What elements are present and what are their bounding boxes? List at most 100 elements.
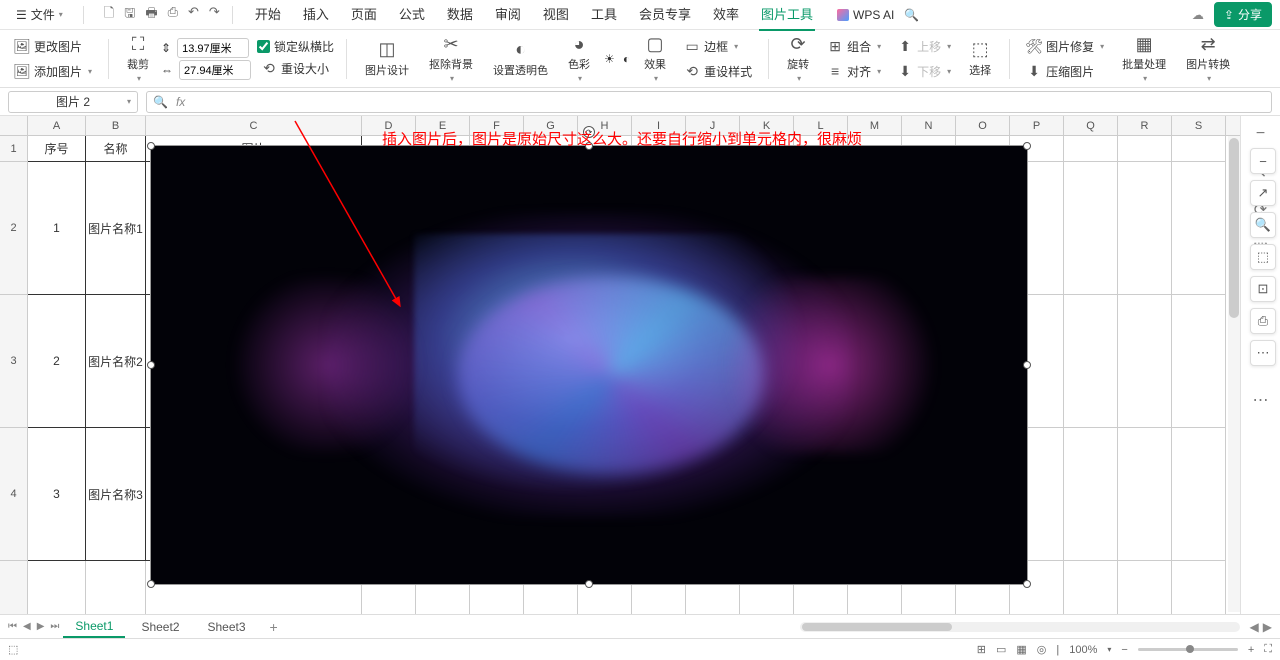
cell-B5[interactable] (86, 561, 146, 614)
rotate-button[interactable]: ⟳旋转 (781, 32, 815, 85)
cell-Q4[interactable] (1064, 428, 1118, 561)
view-page-icon[interactable]: ▭ (996, 643, 1006, 656)
file-menu[interactable]: ☰ 文件 ▾ (8, 3, 71, 26)
float-crop[interactable]: ⬚ (1250, 244, 1276, 270)
float-minus[interactable]: − (1250, 148, 1276, 174)
resize-handle-ml[interactable] (147, 361, 155, 369)
formula-bar[interactable]: 🔍 fx (146, 91, 1272, 113)
cell-Q2[interactable] (1064, 162, 1118, 295)
hscroll-left[interactable]: ◀ (1250, 620, 1259, 634)
fx-icon[interactable]: fx (176, 95, 185, 109)
new-icon[interactable]: 🗋 (104, 4, 114, 26)
horizontal-scrollbar[interactable] (800, 622, 1240, 632)
resize-handle-bl[interactable] (147, 580, 155, 588)
cell-A2[interactable]: 1 (28, 162, 86, 295)
zoom-in-button[interactable]: + (1248, 644, 1254, 656)
print-icon[interactable]: 🖶 (145, 4, 157, 26)
search-fx-icon[interactable]: 🔍 (153, 95, 168, 109)
tab-insert[interactable]: 插入 (301, 0, 331, 31)
redo-icon[interactable]: ↷ (209, 4, 220, 26)
tab-view[interactable]: 视图 (541, 0, 571, 31)
zoom-dropdown-icon[interactable]: ▾ (1107, 645, 1111, 654)
print-preview-icon[interactable]: ⎙ (168, 4, 178, 26)
set-transparent-button[interactable]: ◐设置透明色 (487, 38, 554, 80)
compress-pic-button[interactable]: ⬇压缩图片 (1022, 60, 1108, 83)
row-header-2[interactable]: 2 (0, 162, 28, 295)
cell-B4[interactable]: 图片名称3 (86, 428, 146, 561)
nav-prev[interactable]: ◀ (23, 621, 31, 632)
cell-B2[interactable]: 图片名称1 (86, 162, 146, 295)
reset-style-button[interactable]: ⟲重设样式 (680, 60, 756, 83)
color-button[interactable]: ◕色彩 (562, 32, 596, 85)
hscroll-thumb[interactable] (802, 623, 952, 631)
fullscreen-icon[interactable]: ⛶ (1264, 643, 1272, 656)
tab-picture-tools[interactable]: 图片工具 (759, 0, 815, 31)
cell-B3[interactable]: 图片名称2 (86, 295, 146, 428)
row-header-3[interactable]: 3 (0, 295, 28, 428)
select-button[interactable]: ⬚选择 (963, 38, 997, 80)
inserted-image[interactable]: ⟳ (150, 145, 1028, 585)
save-icon[interactable]: 🖫 (124, 4, 135, 26)
float-save[interactable]: ⎙ (1250, 308, 1276, 334)
col-header-R[interactable]: R (1118, 116, 1172, 135)
tab-efficiency[interactable]: 效率 (711, 0, 741, 31)
col-header-P[interactable]: P (1010, 116, 1064, 135)
tab-page[interactable]: 页面 (349, 0, 379, 31)
move-up-button[interactable]: ⬆上移 (893, 35, 955, 58)
resize-handle-bm[interactable] (585, 580, 593, 588)
picture-design-button[interactable]: ◫图片设计 (359, 38, 415, 80)
remove-bg-button[interactable]: ✂抠除背景 (423, 32, 479, 85)
cell-S4[interactable] (1172, 428, 1226, 561)
cell-A5[interactable] (28, 561, 86, 614)
cell-A3[interactable]: 2 (28, 295, 86, 428)
width-input[interactable] (179, 60, 251, 80)
cell-Q5[interactable] (1064, 561, 1118, 614)
float-more[interactable]: ⋯ (1250, 340, 1276, 366)
nav-last[interactable]: ⏭ (50, 621, 59, 632)
cloud-icon[interactable]: ☁ (1192, 8, 1204, 22)
tab-member[interactable]: 会员专享 (637, 0, 693, 31)
cell-R1[interactable] (1118, 136, 1172, 162)
row-header-4[interactable]: 4 (0, 428, 28, 561)
reset-size-button[interactable]: ⟲重设大小 (257, 57, 334, 80)
nav-next[interactable]: ▶ (37, 621, 45, 632)
add-sheet-button[interactable]: + (262, 619, 286, 635)
col-header-B[interactable]: B (86, 116, 146, 135)
undo-icon[interactable]: ↶ (188, 4, 199, 26)
cell-Q3[interactable] (1064, 295, 1118, 428)
cell-A4[interactable]: 3 (28, 428, 86, 561)
view-grid-icon[interactable]: ▦ (1016, 643, 1026, 656)
height-input[interactable] (177, 38, 249, 58)
float-expand[interactable]: ↗ (1250, 180, 1276, 206)
search-icon[interactable]: 🔍 (904, 8, 919, 22)
lock-ratio-checkbox[interactable]: 锁定纵横比 (257, 38, 334, 55)
sheet-tab-2[interactable]: Sheet2 (129, 617, 191, 637)
col-header-Q[interactable]: Q (1064, 116, 1118, 135)
sheet-tab-1[interactable]: Sheet1 (63, 616, 125, 638)
col-header-N[interactable]: N (902, 116, 956, 135)
vscroll-thumb[interactable] (1229, 138, 1239, 318)
contrast-icon[interactable]: ◐ (623, 52, 630, 66)
zoom-slider[interactable] (1138, 648, 1238, 651)
border-button[interactable]: ▭边框 (680, 35, 756, 58)
pic-convert-button[interactable]: ⇄图片转换 (1180, 32, 1236, 85)
vertical-scrollbar[interactable] (1228, 136, 1240, 612)
tab-formula[interactable]: 公式 (397, 0, 427, 31)
batch-button[interactable]: ▦批量处理 (1116, 32, 1172, 85)
col-header-S[interactable]: S (1172, 116, 1226, 135)
crop-button[interactable]: ⛶裁剪 (121, 32, 155, 85)
zoom-out-button[interactable]: − (1121, 644, 1127, 656)
sb-collapse[interactable]: − (1251, 124, 1271, 144)
share-button[interactable]: ⇪ 分享 (1214, 2, 1272, 27)
view-normal-icon[interactable]: ⊞ (977, 643, 986, 656)
cell-B1[interactable]: 名称 (86, 136, 146, 162)
pic-repair-button[interactable]: 🛠图片修复 (1022, 35, 1108, 58)
col-header-A[interactable]: A (28, 116, 86, 135)
tab-review[interactable]: 审阅 (493, 0, 523, 31)
cell-S2[interactable] (1172, 162, 1226, 295)
name-box[interactable]: 图片 2 (8, 91, 138, 113)
change-image-button[interactable]: 🖼更改图片 (10, 35, 96, 58)
resize-handle-br[interactable] (1023, 580, 1031, 588)
row-header-1[interactable]: 1 (0, 136, 28, 162)
sheet-tab-3[interactable]: Sheet3 (196, 617, 258, 637)
